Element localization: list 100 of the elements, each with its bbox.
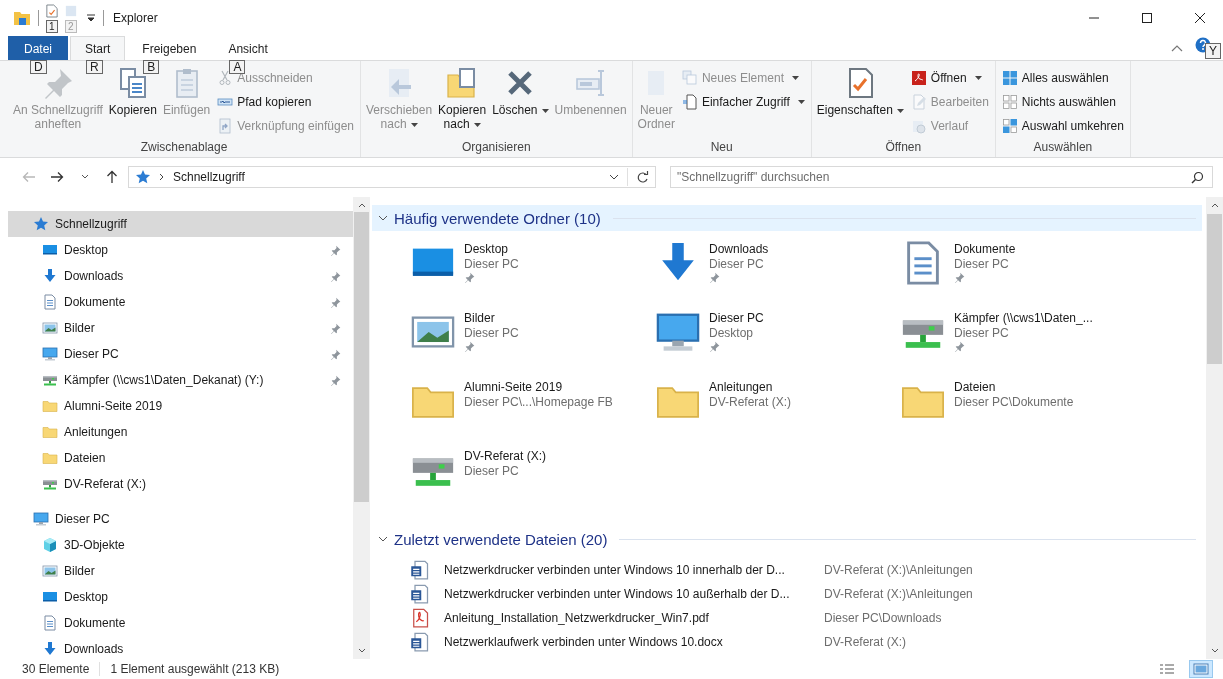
folder-location: Dieser PC — [464, 257, 519, 271]
ribbon-tab[interactable]: Ansicht — [213, 36, 283, 60]
nav-item[interactable]: Bilder — [8, 315, 353, 341]
nav-item[interactable]: Dieser PC — [8, 506, 353, 532]
ribbon-tab[interactable]: Datei — [8, 36, 68, 60]
chevron-down-icon[interactable] — [378, 534, 388, 544]
keytip: 2 — [65, 20, 77, 33]
folder-name[interactable]: Downloads — [709, 242, 769, 256]
nav-item[interactable]: 3D-Objekte — [8, 532, 353, 558]
scrollbar-thumb[interactable] — [1207, 214, 1222, 364]
refresh-icon[interactable] — [636, 170, 649, 184]
file-name[interactable]: Netzwerklaufwerk verbinden unter Windows 10.docx — [444, 635, 810, 649]
ribbon-button[interactable]: Löschen — [490, 65, 551, 119]
close-icon — [1194, 12, 1206, 24]
nav-item[interactable]: Bilder — [8, 558, 353, 584]
nav-item[interactable]: Alumni-Seite 2019 — [8, 393, 353, 419]
up-arrow-icon[interactable] — [106, 170, 118, 184]
scrollbar[interactable] — [353, 197, 370, 659]
scroll-up-icon[interactable] — [1210, 203, 1219, 208]
file-name[interactable]: Anleitung_Installation_Netzwerkdrucker_Win7.pdf — [444, 611, 810, 625]
folder-location: Dieser PC\Dokumente — [954, 395, 1074, 409]
address-field[interactable]: Schnellzugriff — [128, 166, 656, 188]
search-field[interactable]: "Schnellzugriff" durchsuchen — [670, 166, 1213, 188]
ribbon-button[interactable]: Auswahl umkehren — [998, 115, 1127, 137]
scroll-down-icon[interactable] — [357, 648, 366, 653]
invert-selection-icon — [1001, 118, 1018, 134]
scissors-icon — [217, 70, 234, 86]
shortcut-icon — [217, 118, 234, 134]
select-none-icon — [1001, 94, 1018, 110]
folder-location: Dieser PC — [954, 257, 1009, 271]
scrollbar[interactable] — [1206, 197, 1223, 659]
selection-info: 1 Element ausgewählt (213 KB) — [110, 662, 280, 676]
folder-location: Dieser PC — [464, 326, 519, 340]
folder-name[interactable]: Dieser PC — [709, 311, 764, 325]
nav-item[interactable]: Dokumente — [8, 610, 353, 636]
nav-item[interactable]: Downloads — [8, 263, 353, 289]
nav-item[interactable]: Schnellzugriff — [8, 211, 353, 237]
file-name[interactable]: Netzwerkdrucker verbinden unter Windows 10 innerhalb der D... — [444, 563, 810, 577]
collapse-ribbon-icon[interactable] — [1171, 44, 1183, 52]
group-label: Zwischenablage — [139, 139, 229, 156]
chevron-down-icon[interactable] — [378, 213, 388, 223]
folder-name[interactable]: Kämpfer (\\cws1\Daten_... — [954, 311, 1093, 325]
section-header[interactable]: Häufig verwendete Ordner (10) — [372, 205, 1202, 231]
nav-item[interactable]: Anleitungen — [8, 419, 353, 445]
forward-arrow-icon[interactable] — [50, 171, 64, 183]
nav-item[interactable]: Downloads — [8, 636, 353, 662]
search-icon[interactable] — [1191, 171, 1204, 184]
folder-name[interactable]: Alumni-Seite 2019 — [464, 380, 563, 394]
folder-name[interactable]: Bilder — [464, 311, 495, 325]
keytip: R — [86, 60, 103, 74]
nav-item[interactable]: Dokumente — [8, 289, 353, 315]
tiles-view-button[interactable] — [1189, 660, 1213, 678]
scroll-up-icon[interactable] — [357, 203, 366, 208]
cube-icon — [42, 537, 58, 553]
folder-name[interactable]: Dateien — [954, 380, 996, 394]
ribbon-tab[interactable]: Freigeben — [127, 36, 212, 60]
nav-item[interactable]: DV-Referat (X:) — [8, 471, 353, 497]
pdf-icon — [910, 70, 927, 86]
folder-location: Dieser PC — [954, 326, 1009, 340]
dropdown-icon[interactable] — [86, 13, 96, 23]
keytip: B — [143, 60, 160, 74]
keytip: A — [229, 60, 246, 74]
word-document-icon — [410, 560, 430, 580]
ribbon-button[interactable]: Öffnen — [907, 67, 992, 89]
nav-item[interactable]: Dieser PC — [8, 341, 353, 367]
ribbon-button[interactable]: Eigenschaften — [814, 65, 906, 119]
nav-item[interactable]: Desktop — [8, 584, 353, 610]
chevron-down-icon[interactable] — [609, 174, 619, 180]
folder-icon — [42, 398, 58, 414]
scroll-down-icon[interactable] — [1210, 648, 1219, 653]
ribbon-button[interactable]: Einfacher Zugriff — [678, 91, 808, 113]
download-arrow-icon — [42, 641, 58, 657]
scrollbar-thumb[interactable] — [354, 212, 369, 502]
rename-icon — [574, 67, 607, 99]
ribbon-tab[interactable]: Start — [70, 36, 126, 60]
folder-location: Desktop — [709, 326, 754, 340]
nav-item[interactable]: Dateien — [8, 445, 353, 471]
ribbon-button[interactable]: Kopieren nach — [436, 65, 489, 133]
folder-name[interactable]: Anleitungen — [709, 380, 773, 394]
nav-item[interactable]: Desktop — [8, 237, 353, 263]
group-label: Öffnen — [884, 139, 923, 156]
group-label: Organisieren — [460, 139, 532, 156]
folder-name[interactable]: Desktop — [464, 242, 509, 256]
desktop-icon — [42, 242, 58, 258]
folder-name[interactable]: Dokumente — [954, 242, 1016, 256]
ribbon-button[interactable]: Nichts auswählen — [998, 91, 1127, 113]
section-header[interactable]: Zuletzt verwendete Dateien (20) — [372, 526, 1202, 552]
file-path: DV-Referat (X:) — [824, 635, 907, 649]
document-icon — [42, 294, 58, 310]
word-document-icon — [410, 632, 430, 652]
nav-item[interactable]: Kämpfer (\\cws1\Daten_Dekanat) (Y:) — [8, 367, 353, 393]
keytip: Y — [1205, 43, 1221, 59]
ribbon-button[interactable]: Pfad kopieren — [214, 91, 358, 113]
chevron-right-icon — [159, 173, 165, 181]
properties-icon[interactable] — [46, 4, 58, 18]
file-name[interactable]: Netzwerkdrucker verbinden unter Windows 10 außerhalb der D... — [444, 587, 810, 601]
maximize-icon — [1141, 12, 1153, 24]
select-all-icon — [1001, 70, 1018, 86]
folder-name[interactable]: DV-Referat (X:) — [464, 449, 547, 463]
ribbon-button[interactable]: Alles auswählen — [998, 67, 1127, 89]
